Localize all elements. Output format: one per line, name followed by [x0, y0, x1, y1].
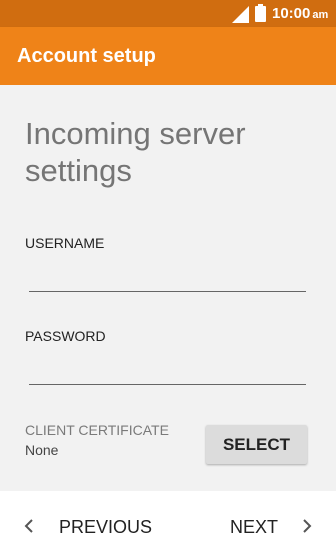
status-clock: 10:00 am: [272, 5, 328, 24]
status-bar: 10:00 am: [0, 0, 336, 27]
clock-time: 10:00: [272, 5, 311, 22]
next-button[interactable]: NEXT: [210, 505, 336, 549]
next-label: NEXT: [230, 517, 279, 537]
navigation-bar: PREVIOUS NEXT: [0, 491, 336, 560]
clock-period: am: [312, 9, 329, 21]
chevron-left-icon: [24, 519, 33, 533]
username-label: USERNAME: [25, 235, 105, 251]
battery-icon: [255, 4, 266, 22]
username-field[interactable]: [29, 263, 306, 292]
page-title: Incoming server settings: [25, 116, 246, 188]
client-certificate-value: None: [25, 442, 59, 458]
setup-form: Incoming server settings USERNAME PASSWO…: [0, 85, 336, 491]
previous-label: PREVIOUS: [59, 517, 153, 537]
signal-icon: [232, 6, 249, 23]
previous-button[interactable]: PREVIOUS: [0, 505, 160, 549]
client-certificate-label: CLIENT CERTIFICATE: [25, 422, 169, 438]
password-label: PASSWORD: [25, 328, 106, 344]
password-field[interactable]: [29, 356, 306, 385]
chevron-right-icon: [303, 519, 312, 533]
app-bar: Account setup: [0, 27, 336, 85]
select-certificate-button[interactable]: SELECT: [206, 425, 307, 464]
app-title: Account setup: [17, 45, 156, 67]
